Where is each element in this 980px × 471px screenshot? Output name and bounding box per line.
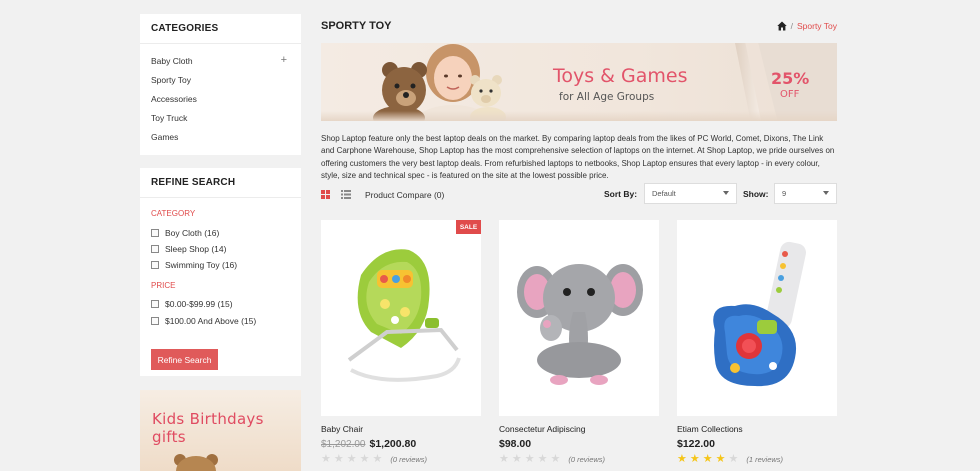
categories-panel: CATEGORIES Baby Cloth + Sporty Toy Acces… xyxy=(140,14,301,155)
star-icon: ★ xyxy=(333,453,344,465)
star-icon: ★ xyxy=(715,453,726,465)
show-value: 9 xyxy=(782,189,787,198)
hero-floor-shadow xyxy=(321,111,837,121)
product-name[interactable]: Baby Chair xyxy=(321,424,363,434)
star-icon: ★ xyxy=(359,453,370,465)
category-link-accessories[interactable]: Accessories xyxy=(151,94,197,104)
product-name[interactable]: Consectetur Adipiscing xyxy=(499,424,585,434)
filter-label: Swimming Toy (16) xyxy=(165,260,238,270)
product-card-consectetur-adipiscing[interactable] xyxy=(499,220,659,416)
categories-title: CATEGORIES xyxy=(151,23,219,34)
category-link-baby-cloth[interactable]: Baby Cloth xyxy=(151,56,193,66)
category-description: Shop Laptop feature only the best laptop… xyxy=(321,134,835,181)
hero-diagonal-stripe xyxy=(735,43,761,121)
hero-subline: for All Age Groups xyxy=(559,91,655,103)
filter-label: Sleep Shop (14) xyxy=(165,244,227,254)
expand-icon[interactable]: + xyxy=(281,54,287,66)
filter-price-high[interactable]: $100.00 And Above (15) xyxy=(151,316,256,326)
refine-search-button[interactable]: Refine Search xyxy=(151,349,218,370)
filter-label: $0.00-$99.99 (15) xyxy=(165,299,233,309)
promo-text: Kids Birthdays gifts xyxy=(152,410,264,446)
sort-select[interactable]: Default xyxy=(644,183,737,204)
product-card-etiam-collections[interactable] xyxy=(677,220,837,416)
checkbox[interactable] xyxy=(151,261,159,269)
breadcrumb: / Sporty Toy xyxy=(776,21,837,31)
product-compare-link[interactable]: Product Compare (0) xyxy=(365,190,444,200)
refine-search-title: REFINE SEARCH xyxy=(151,177,236,188)
chevron-down-icon xyxy=(723,191,729,195)
baby-chair-image xyxy=(347,249,461,382)
reviews-link[interactable]: (0 reviews) xyxy=(568,455,605,464)
star-icon: ★ xyxy=(689,453,700,465)
price-filter-heading: PRICE xyxy=(151,281,176,290)
star-icon: ★ xyxy=(677,453,687,465)
star-icon: ★ xyxy=(499,453,509,465)
grid-view-icon[interactable] xyxy=(321,190,330,199)
product-name[interactable]: Etiam Collections xyxy=(677,424,743,434)
price-row: $1,202.00 $1,200.80 xyxy=(321,438,416,450)
plush-elephant-image xyxy=(517,264,643,385)
reviews-link[interactable]: (0 reviews) xyxy=(390,455,427,464)
show-select[interactable]: 9 xyxy=(774,183,837,204)
hero-banner[interactable]: Toys & Games for All Age Groups 25% OFF xyxy=(321,43,837,121)
price-row: $122.00 xyxy=(677,438,715,450)
filter-label: Boy Cloth (16) xyxy=(165,228,220,238)
star-icon: ★ xyxy=(728,453,739,465)
show-label: Show: xyxy=(743,189,769,199)
page-title: SPORTY TOY xyxy=(321,20,392,32)
list-view-icon[interactable] xyxy=(341,190,351,199)
price: $1,200.80 xyxy=(369,438,417,450)
breadcrumb-separator: / xyxy=(790,21,793,31)
birthday-gifts-banner[interactable]: Kids Birthdays gifts xyxy=(140,390,301,471)
star-icon: ★ xyxy=(511,453,522,465)
category-link-games[interactable]: Games xyxy=(151,132,178,142)
reviews-link[interactable]: (1 reviews) xyxy=(746,455,783,464)
sale-badge: SALE xyxy=(456,220,481,234)
divider xyxy=(140,197,301,198)
refine-search-panel: REFINE SEARCH CATEGORY Boy Cloth (16) Sl… xyxy=(140,168,301,376)
price: $98.00 xyxy=(499,438,532,450)
filter-price-low[interactable]: $0.00-$99.99 (15) xyxy=(151,299,233,309)
girl-with-teddy-bears-image xyxy=(373,44,506,121)
home-icon[interactable] xyxy=(776,21,787,31)
category-filter-heading: CATEGORY xyxy=(151,209,196,218)
category-link-sporty-toy[interactable]: Sporty Toy xyxy=(151,75,191,85)
sort-value: Default xyxy=(652,189,676,198)
checkbox[interactable] xyxy=(151,317,159,325)
filter-boy-cloth[interactable]: Boy Cloth (16) xyxy=(151,228,219,238)
filter-sleep-shop[interactable]: Sleep Shop (14) xyxy=(151,244,226,254)
chevron-down-icon xyxy=(823,191,829,195)
star-icon: ★ xyxy=(524,453,535,465)
checkbox[interactable] xyxy=(151,300,159,308)
filter-swimming-toy[interactable]: Swimming Toy (16) xyxy=(151,260,237,270)
rating: ★ ★ ★ ★ ★ (0 reviews) xyxy=(499,454,605,465)
hero-discount-suffix: OFF xyxy=(780,89,800,100)
star-icon: ★ xyxy=(550,453,561,465)
hero-headline: Toys & Games xyxy=(553,65,688,87)
old-price: $1,202.00 xyxy=(321,439,366,450)
checkbox[interactable] xyxy=(151,229,159,237)
breadcrumb-current[interactable]: Sporty Toy xyxy=(797,21,837,31)
star-icon: ★ xyxy=(702,453,713,465)
product-card-baby-chair[interactable]: SALE xyxy=(321,220,481,416)
sort-label: Sort By: xyxy=(604,189,638,199)
toy-guitar-image xyxy=(713,241,806,387)
rating: ★ ★ ★ ★ ★ (1 reviews) xyxy=(677,454,783,465)
star-icon: ★ xyxy=(321,453,331,465)
category-link-toy-truck[interactable]: Toy Truck xyxy=(151,113,187,123)
filter-label: $100.00 And Above (15) xyxy=(165,316,257,326)
checkbox[interactable] xyxy=(151,245,159,253)
star-icon: ★ xyxy=(537,453,548,465)
star-icon: ★ xyxy=(346,453,357,465)
rating: ★ ★ ★ ★ ★ (0 reviews) xyxy=(321,454,427,465)
divider xyxy=(140,43,301,44)
price-row: $98.00 xyxy=(499,438,531,450)
price: $122.00 xyxy=(677,438,715,450)
star-icon: ★ xyxy=(372,453,383,465)
hero-discount: 25% xyxy=(771,69,810,88)
